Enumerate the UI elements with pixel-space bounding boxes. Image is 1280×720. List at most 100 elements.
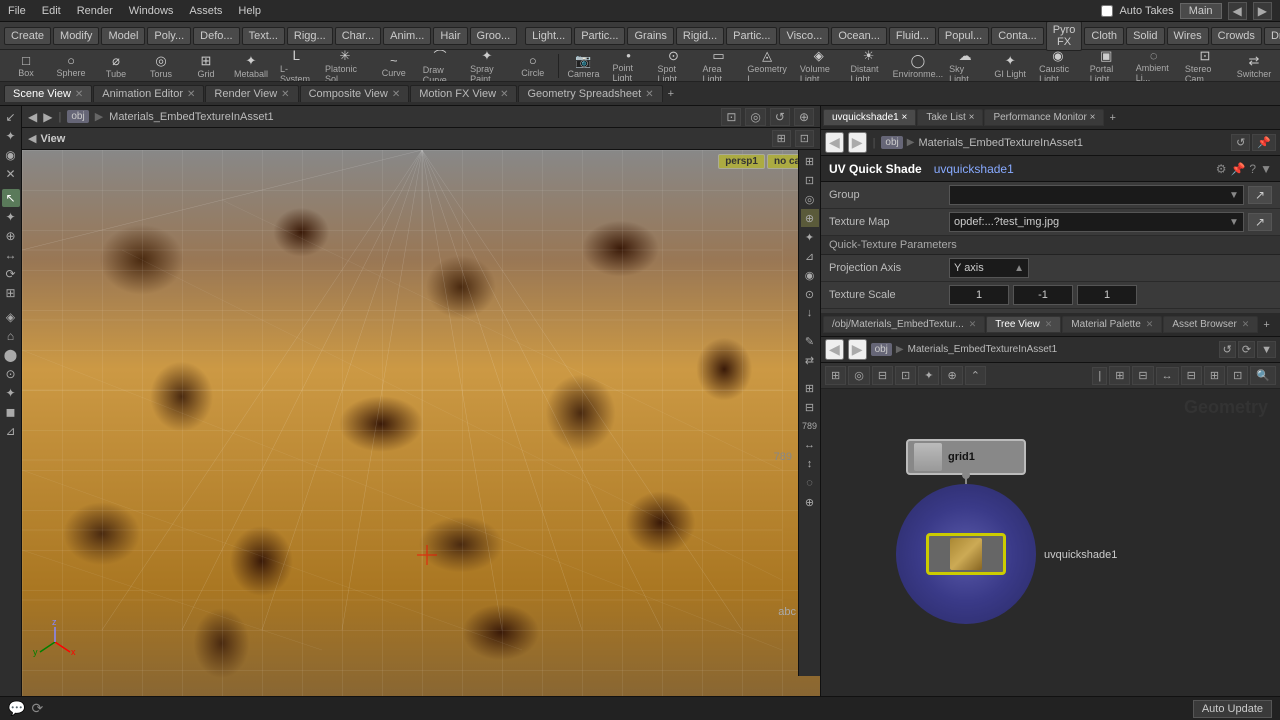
tb-modify[interactable]: Modify — [53, 27, 99, 45]
view-right-icon-10[interactable]: ✎ — [801, 332, 819, 350]
tb-ocean[interactable]: Ocean... — [831, 27, 887, 45]
sidebar-tool-6[interactable]: ✦ — [2, 208, 20, 226]
view-maximize-btn[interactable]: ⊡ — [795, 130, 814, 147]
tab-close-anim[interactable]: ✕ — [187, 89, 195, 100]
tb2-tube[interactable]: ⌀Tube — [94, 51, 138, 81]
tb2-torus[interactable]: ◎Torus — [139, 51, 183, 81]
ne-dropdown-btn[interactable]: ▼ — [1257, 341, 1276, 358]
ne-tb-zoom-fit[interactable]: ⊡ — [1227, 366, 1248, 385]
rp-tab-take-list[interactable]: Take List × — [917, 109, 983, 126]
tb2-draw-curve[interactable]: ⌒Draw Curve — [417, 50, 463, 82]
ne-tb-12[interactable]: ⊞ — [1204, 366, 1225, 385]
view-canvas[interactable]: persp1 no cam ⊞ ⊡ ◎ ⊕ ✦ ⊿ ◉ ⊙ ↓ ✎ ⇄ ⊞ ⊟ — [22, 150, 820, 698]
tb2-grid[interactable]: ⊞Grid — [184, 51, 228, 81]
br-tab-close-3[interactable]: ✕ — [1242, 319, 1250, 330]
view-right-icon-17[interactable]: ◌ — [801, 474, 819, 492]
tb-create[interactable]: Create — [4, 27, 51, 45]
view-right-icon-12[interactable]: ⊞ — [801, 379, 819, 397]
node-editor[interactable]: Geometry grid1 — [821, 389, 1280, 720]
uvqs-texmap-pick[interactable]: ↗ — [1248, 213, 1272, 231]
br-tab-add[interactable]: + — [1259, 319, 1273, 331]
tb2-sphere[interactable]: ○Sphere — [49, 51, 93, 80]
tab-add[interactable]: + — [664, 86, 678, 102]
view-right-icon-2[interactable]: ⊡ — [801, 171, 819, 189]
tab-close-scene-view[interactable]: ✕ — [75, 89, 83, 100]
tb-popul[interactable]: Popul... — [938, 27, 989, 45]
ne-tb-7[interactable]: ⌃ — [965, 366, 986, 385]
sidebar-tool-7[interactable]: ⊕ — [2, 227, 20, 245]
tab-motion-fx[interactable]: Motion FX View ✕ — [410, 85, 517, 102]
tb2-circle[interactable]: ○Circle — [511, 51, 555, 80]
tb2-box[interactable]: □Box — [4, 51, 48, 80]
tb-partic2[interactable]: Partic... — [726, 27, 777, 45]
br-tab-obj-mat[interactable]: /obj/Materials_EmbedTextur... ✕ — [823, 316, 985, 333]
sidebar-tool-17[interactable]: ⊿ — [2, 422, 20, 440]
sidebar-tool-11[interactable]: ◈ — [2, 308, 20, 326]
tb2-geometry-light[interactable]: ◬Geometry L... — [741, 50, 792, 82]
sidebar-tool-8[interactable]: ↔ — [2, 246, 20, 264]
sidebar-tool-15[interactable]: ✦ — [2, 384, 20, 402]
view-right-icon-1[interactable]: ⊞ — [801, 152, 819, 170]
tb-rigid[interactable]: Rigid... — [676, 27, 724, 45]
menu-windows[interactable]: Windows — [121, 3, 182, 19]
rp-nav-back[interactable]: ◀ — [825, 132, 844, 153]
ne-tb-sep1[interactable]: | — [1092, 367, 1107, 385]
sidebar-tool-4[interactable]: ✕ — [2, 165, 20, 183]
status-icon-1[interactable]: 💬 — [8, 700, 25, 717]
tb2-gi-light[interactable]: ✦GI Light — [988, 51, 1032, 81]
view-right-icon-14[interactable]: 789 — [801, 417, 819, 435]
view-right-icon-18[interactable]: ⊕ — [801, 493, 819, 511]
ne-sync-btn[interactable]: ⟳ — [1238, 341, 1255, 358]
rp-tab-perf-monitor[interactable]: Performance Monitor × — [984, 109, 1104, 126]
tb-cloth[interactable]: Cloth — [1084, 27, 1124, 45]
nav-prev-btn[interactable]: ◀ — [1228, 2, 1247, 20]
tab-geometry-spreadsheet[interactable]: Geometry Spreadsheet ✕ — [518, 85, 662, 102]
rp-tab-add[interactable]: + — [1105, 112, 1119, 124]
view-icon-2[interactable]: ◎ — [745, 108, 765, 126]
uvqs-gear-icon[interactable]: ⚙ — [1216, 162, 1227, 176]
sidebar-tool-13[interactable]: ⬤ — [2, 346, 20, 364]
ne-tb-6[interactable]: ⊕ — [941, 366, 962, 385]
view-right-icon-3[interactable]: ◎ — [801, 190, 819, 208]
sidebar-tool-14[interactable]: ⊙ — [2, 365, 20, 383]
uvqs-proj-select[interactable]: Y axis ▲ — [949, 258, 1029, 278]
tb2-point-light[interactable]: •Point Light — [606, 50, 650, 82]
view-right-icon-8[interactable]: ⊙ — [801, 285, 819, 303]
view-right-icon-6[interactable]: ⊿ — [801, 247, 819, 265]
ne-reload-btn[interactable]: ↺ — [1219, 341, 1236, 358]
tb-drive[interactable]: Drive... — [1264, 27, 1280, 45]
tb-grains[interactable]: Grains — [627, 27, 673, 45]
uvqs-pin-icon[interactable]: 📌 — [1230, 162, 1245, 176]
tb-model[interactable]: Model — [101, 27, 145, 45]
view-right-icon-13[interactable]: ⊟ — [801, 398, 819, 416]
uvqs-texscale-z[interactable] — [1077, 285, 1137, 305]
tab-scene-view[interactable]: Scene View ✕ — [4, 85, 92, 102]
ne-tb-search[interactable]: 🔍 — [1250, 366, 1276, 385]
view-nav-forward[interactable]: ▶ — [43, 110, 52, 124]
tb2-curve[interactable]: ~Curve — [372, 51, 416, 80]
menu-file[interactable]: File — [0, 3, 34, 19]
tab-close-composite[interactable]: ✕ — [392, 89, 400, 100]
view-right-icon-7[interactable]: ◉ — [801, 266, 819, 284]
rp-tab-uvquickshade[interactable]: uvquickshade1 × — [823, 109, 916, 126]
persp-dropdown[interactable]: persp1 — [718, 154, 765, 169]
tb2-lsystem[interactable]: ⅬL-System — [274, 50, 318, 82]
view-nav-back[interactable]: ◀ — [28, 110, 37, 124]
node-uvquickshade1[interactable]: uvquickshade1 — [896, 519, 1036, 589]
ne-tb-8[interactable]: ⊞ — [1109, 366, 1130, 385]
uvqs-group-pick[interactable]: ↗ — [1248, 186, 1272, 204]
ne-nav-forward[interactable]: ▶ — [848, 339, 867, 360]
tb2-env[interactable]: ◯Environme... — [894, 51, 943, 81]
br-tab-asset-browser[interactable]: Asset Browser ✕ — [1163, 316, 1258, 333]
sidebar-tool-10[interactable]: ⊞ — [2, 284, 20, 302]
tb2-caustic[interactable]: ◉Caustic Light — [1033, 50, 1083, 82]
uvqs-collapse-icon[interactable]: ▼ — [1260, 162, 1272, 176]
tb2-area-light[interactable]: ▭Area Light — [696, 50, 740, 82]
tb-poly[interactable]: Poly... — [147, 27, 191, 45]
menu-help[interactable]: Help — [230, 3, 269, 19]
view-icon-1[interactable]: ⊡ — [721, 108, 741, 126]
view-right-icon-4[interactable]: ⊕ — [801, 209, 819, 227]
tb2-ambient[interactable]: ◌Ambient Li... — [1130, 50, 1178, 82]
view-layout-btn[interactable]: ⊞ — [772, 130, 791, 147]
tab-composite-view[interactable]: Composite View ✕ — [300, 85, 410, 102]
